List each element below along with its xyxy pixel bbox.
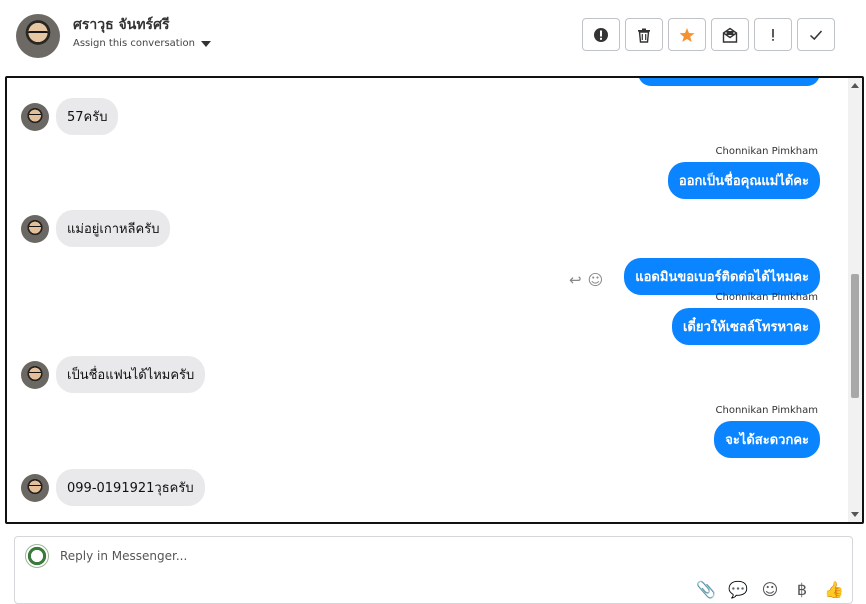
- reply-input[interactable]: [60, 549, 660, 563]
- scroll-down-arrow-icon[interactable]: [851, 512, 859, 517]
- message-bubble[interactable]: เป็นชื่อแฟนได้ไหมครับ: [56, 356, 206, 393]
- incoming-message: 57ครับ: [21, 98, 119, 135]
- sender-name: Chonnikan Pimkham: [715, 405, 818, 416]
- thumbs-up-icon[interactable]: 👍: [824, 579, 844, 599]
- conversation-header: ศราวุธ จันทร์ศรี Assign this conversatio…: [0, 0, 866, 72]
- incoming-message: 099-0191921วุธครับ: [21, 469, 205, 506]
- caret-down-icon: [200, 40, 211, 47]
- react-emoji-icon[interactable]: ☺: [588, 271, 604, 289]
- conversation-actions: [582, 18, 835, 51]
- star-button[interactable]: [668, 18, 706, 51]
- envelope-icon: [722, 27, 738, 43]
- assign-conversation-dropdown[interactable]: Assign this conversation: [73, 38, 211, 49]
- scroll-thumb[interactable]: [851, 274, 859, 398]
- incoming-message: เป็นชื่อแฟนได้ไหมครับ: [21, 356, 206, 393]
- composer-tools: 📎 💬 ☺ ฿ 👍: [696, 579, 844, 599]
- sender-name: Chonnikan Pimkham: [715, 146, 818, 157]
- scroll-up-arrow-icon[interactable]: [851, 83, 859, 88]
- contact-name[interactable]: ศราวุธ จันทร์ศรี: [73, 14, 169, 36]
- message-bubble[interactable]: 099-0191921วุธครับ: [56, 469, 205, 506]
- message-bubble[interactable]: เดี๋ยวให้เซลล์โทรหาคะ: [671, 308, 820, 345]
- reply-composer: 📎 💬 ☺ ฿ 👍: [14, 536, 853, 604]
- contact-avatar-small[interactable]: [21, 102, 49, 131]
- contact-avatar-small[interactable]: [21, 214, 49, 243]
- done-button[interactable]: [797, 18, 835, 51]
- mark-unread-button[interactable]: [711, 18, 749, 51]
- trash-icon: [638, 28, 650, 43]
- page-avatar: [25, 544, 49, 568]
- previous-message-bubble: [638, 78, 820, 86]
- message-bubble[interactable]: แม่อยู่เกาหลีครับ: [56, 210, 171, 247]
- message-bubble[interactable]: 57ครับ: [56, 98, 119, 135]
- sender-name: Chonnikan Pimkham: [715, 292, 818, 303]
- message-hover-tools: ↩ ☺: [569, 271, 603, 289]
- check-icon: [809, 29, 823, 40]
- assign-label: Assign this conversation: [73, 38, 195, 49]
- thread-scrollbar[interactable]: [848, 78, 862, 522]
- delete-button[interactable]: [625, 18, 663, 51]
- paperclip-icon[interactable]: 📎: [696, 579, 716, 599]
- spam-button[interactable]: [582, 18, 620, 51]
- message-bubble[interactable]: ออกเป็นชื่อคุณแม่ได้คะ: [667, 162, 820, 199]
- emoji-icon[interactable]: ☺: [760, 579, 780, 599]
- message-thread[interactable]: 57ครับ Chonnikan Pimkham ออกเป็นชื่อคุณแ…: [5, 76, 864, 524]
- message-bubble[interactable]: แอดมินขอเบอร์ติดต่อได้ไหมคะ: [624, 258, 820, 295]
- baht-icon[interactable]: ฿: [792, 579, 812, 599]
- alert-circle-icon: [594, 27, 608, 42]
- star-icon: [679, 27, 695, 42]
- exclamation-icon: [772, 28, 774, 41]
- contact-avatar-small[interactable]: [21, 473, 49, 502]
- incoming-message: แม่อยู่เกาหลีครับ: [21, 210, 171, 247]
- contact-avatar[interactable]: [16, 14, 60, 58]
- reply-icon[interactable]: ↩: [569, 271, 582, 289]
- saved-reply-icon[interactable]: 💬: [728, 579, 748, 599]
- important-button[interactable]: [754, 18, 792, 51]
- message-bubble[interactable]: จะได้สะดวกคะ: [714, 421, 820, 458]
- contact-avatar-small[interactable]: [21, 360, 49, 389]
